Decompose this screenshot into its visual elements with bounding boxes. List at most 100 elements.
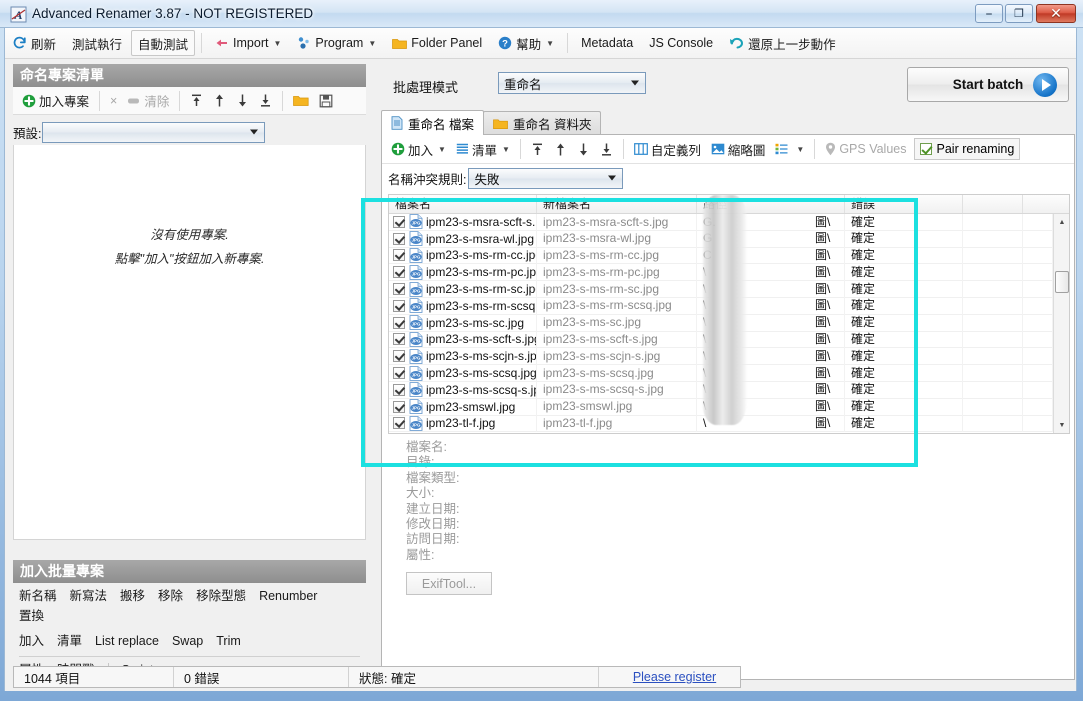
method-new-case[interactable]: 新寫法	[70, 586, 108, 606]
maximize-button[interactable]: ❐	[1005, 4, 1033, 23]
scrollbar-thumb[interactable]	[1055, 271, 1069, 293]
status-register-link[interactable]: Please register	[599, 667, 740, 687]
pair-renaming-toggle[interactable]: Pair renaming	[913, 138, 1021, 160]
tab-rename-files[interactable]: 重命名 檔案	[381, 110, 484, 135]
row-checkbox[interactable]	[393, 283, 405, 296]
column-header-extra-1[interactable]	[963, 195, 1023, 213]
toolbar-import[interactable]: Import ▼	[208, 30, 288, 56]
cell-extra-2	[1023, 230, 1053, 248]
move-bottom-button[interactable]	[254, 90, 277, 112]
list-menu-button[interactable]: 清單 ▼	[451, 138, 515, 160]
method-move[interactable]: 搬移	[120, 586, 145, 606]
filename-text: ipm23-s-ms-scft-s.jpg	[426, 332, 537, 347]
start-batch-button[interactable]: Start batch	[907, 67, 1069, 102]
method-list[interactable]: 清單	[57, 631, 82, 651]
table-row[interactable]: JPG ipm23-s-ms-rm-sc.jpg ipm23-s-ms-rm-sc.…	[389, 280, 1069, 298]
chevron-down-icon: ▼	[501, 144, 510, 154]
close-button[interactable]: ✕	[1036, 4, 1076, 23]
method-trim[interactable]: Trim	[216, 631, 241, 651]
project-list-area[interactable]: 沒有使用專案. 點擊"加入"按鈕加入新專案.	[13, 145, 366, 540]
move-top-button[interactable]	[185, 90, 208, 112]
row-checkbox[interactable]	[393, 249, 405, 262]
save-project-button[interactable]	[314, 90, 338, 112]
table-row[interactable]: JPG ipm23-s-ms-sc.jpg ipm23-s-ms-sc.jpg \ 圖\…	[389, 314, 1069, 332]
toolbar-refresh[interactable]: 刷新	[6, 30, 63, 56]
add-project-button[interactable]: 加入專案	[17, 90, 94, 112]
toolbar-test-run[interactable]: 測試執行	[65, 30, 129, 56]
table-row[interactable]: JPG ipm23-tl-f.jpg ipm23-tl-f.jpg \ 圖\ 確定	[389, 415, 1069, 433]
table-row[interactable]: JPG ipm23-s-ms-rm-pc.jpg ipm23-s-ms-rm-pc.…	[389, 263, 1069, 282]
row-checkbox[interactable]	[393, 299, 405, 312]
list-move-bottom-button[interactable]	[595, 138, 618, 160]
row-checkbox[interactable]	[393, 350, 405, 363]
row-checkbox[interactable]	[393, 333, 405, 346]
method-remove[interactable]: 移除	[158, 586, 183, 606]
toolbar-js-console[interactable]: JS Console	[642, 30, 720, 56]
row-checkbox[interactable]	[393, 266, 405, 279]
batch-mode-dropdown[interactable]: 重命名	[498, 72, 646, 94]
exiftool-button[interactable]: ExifTool...	[406, 572, 492, 596]
column-header-filename[interactable]: 檔案名	[389, 195, 537, 213]
jpg-file-icon: JPG	[409, 365, 423, 381]
column-header-extra-2[interactable]	[1023, 195, 1053, 213]
list-move-up-button[interactable]	[549, 138, 572, 160]
column-header-error[interactable]: 錯誤	[845, 195, 963, 213]
table-row[interactable]: JPG ipm23-s-ms-scft-s.jpg ipm23-s-ms-scft-…	[389, 331, 1069, 349]
method-swap[interactable]: Swap	[172, 631, 203, 651]
row-checkbox[interactable]	[393, 215, 405, 228]
cell-filename: JPG ipm23-smswl.jpg	[389, 398, 537, 416]
cell-new-filename: ipm23-s-ms-rm-cc.jpg	[537, 247, 697, 264]
add-files-button[interactable]: 加入 ▼	[386, 138, 451, 160]
scroll-down-icon[interactable]: ▼	[1054, 417, 1069, 433]
toolbar-folder-panel[interactable]: Folder Panel	[385, 30, 489, 56]
toolbar-program[interactable]: Program ▼	[290, 30, 383, 56]
method-add[interactable]: 加入	[19, 631, 44, 651]
table-row[interactable]: JPG ipm23-s-msra-wl.jpg ipm23-s-msra-wl.jp…	[389, 230, 1069, 248]
file-table[interactable]: 檔案名 新檔案名 路徑 錯誤 JPG ipm23-s-msra-scft-s...…	[388, 194, 1070, 434]
method-replace[interactable]: 置換	[19, 606, 44, 626]
remove-project-button[interactable]: ×	[105, 90, 122, 112]
table-row[interactable]: JPG ipm23-s-ms-scsq-s.jpg ipm23-s-ms-scsq-…	[389, 381, 1069, 399]
row-checkbox[interactable]	[393, 400, 405, 413]
method-list-replace[interactable]: List replace	[95, 631, 159, 651]
name-conflict-dropdown[interactable]: 失敗	[468, 167, 624, 189]
clear-projects-button[interactable]: 清除	[122, 90, 174, 112]
cell-error: 確定	[845, 314, 963, 332]
custom-columns-button[interactable]: 自定義列	[629, 138, 706, 160]
view-options-button[interactable]: ▼	[770, 138, 809, 160]
table-row[interactable]: JPG ipm23-s-ms-rm-scsq... ipm23-s-ms-rm-sc…	[389, 297, 1069, 315]
method-remove-pattern[interactable]: 移除型態	[196, 586, 246, 606]
gps-values-button[interactable]: GPS Values	[820, 138, 911, 160]
scroll-up-icon[interactable]: ▲	[1054, 214, 1069, 230]
table-row[interactable]: JPG ipm23-smswl.jpg ipm23-smswl.jpg \ 圖\ 確定	[389, 398, 1069, 416]
row-checkbox[interactable]	[393, 417, 405, 430]
row-checkbox[interactable]	[393, 232, 405, 245]
method-new-name[interactable]: 新名稱	[19, 586, 57, 606]
column-header-path[interactable]: 路徑	[697, 195, 845, 213]
table-scrollbar[interactable]: ▲ ▼	[1053, 214, 1069, 433]
row-checkbox[interactable]	[393, 383, 405, 396]
svg-text:JPG: JPG	[412, 339, 421, 344]
toolbar-help[interactable]: ? 幫助 ▼	[491, 30, 561, 56]
toolbar-undo[interactable]: 還原上一步動作	[722, 30, 843, 56]
table-row[interactable]: JPG ipm23-s-ms-scjn-s.jpg ipm23-s-ms-scjn-…	[389, 347, 1069, 366]
table-row[interactable]: JPG ipm23-s-ms-scsq.jpg ipm23-s-ms-scsq.jp…	[389, 364, 1069, 382]
table-row[interactable]: JPG ipm23-s-msra-scft-s... ipm23-s-msra-sc…	[389, 213, 1069, 231]
tab-rename-folders[interactable]: 重命名 資料夾	[482, 111, 602, 135]
method-renumber[interactable]: Renumber	[259, 586, 317, 606]
row-checkbox[interactable]	[393, 316, 405, 329]
table-row[interactable]: JPG ipm23-s-ms-rm-cc.jpg ipm23-s-ms-rm-cc.…	[389, 247, 1069, 265]
toolbar-metadata[interactable]: Metadata	[574, 30, 640, 56]
move-down-button[interactable]	[231, 90, 254, 112]
list-move-down-button[interactable]	[572, 138, 595, 160]
thumbnails-button[interactable]: 縮略圖	[706, 138, 771, 160]
open-project-button[interactable]	[288, 90, 314, 112]
list-move-top-button[interactable]	[526, 138, 549, 160]
column-header-new-filename[interactable]: 新檔案名	[537, 195, 697, 213]
preset-dropdown[interactable]	[42, 121, 266, 143]
register-link-label[interactable]: Please register	[633, 670, 716, 684]
toolbar-auto-test[interactable]: 自動測試	[131, 30, 196, 56]
row-checkbox[interactable]	[393, 367, 405, 380]
move-up-button[interactable]	[208, 90, 231, 112]
minimize-button[interactable]: –	[975, 4, 1003, 23]
